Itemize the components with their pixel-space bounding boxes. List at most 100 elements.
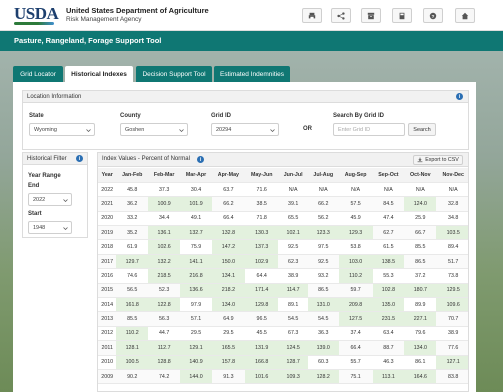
index-value-cell: 112.7 bbox=[148, 340, 181, 356]
index-value-cell: N/A bbox=[307, 182, 339, 198]
index-value-cell: 45.8 bbox=[116, 182, 149, 198]
index-value-cell: 55.7 bbox=[338, 355, 373, 370]
index-value-cell: 62.7 bbox=[372, 225, 405, 241]
tab-decision-support-tool[interactable]: Decision Support Tool bbox=[136, 66, 212, 82]
index-value-cell: 66.4 bbox=[338, 340, 373, 356]
index-value-cell: 61.9 bbox=[116, 239, 149, 255]
index-value-cell: 64.9 bbox=[211, 311, 245, 327]
state-value: Wyoming bbox=[34, 127, 57, 133]
year-cell: 2013 bbox=[98, 311, 117, 327]
home-icon bbox=[461, 12, 469, 19]
year-range-label: Year Range bbox=[28, 173, 61, 179]
index-value-cell: 74.2 bbox=[148, 369, 181, 385]
index-value-cell: 29.5 bbox=[180, 326, 212, 342]
index-value-cell: 49.1 bbox=[180, 211, 212, 227]
index-value-cell: 218.2 bbox=[211, 283, 245, 299]
index-value-cell: 129.3 bbox=[338, 225, 373, 241]
help-icon: ? bbox=[429, 12, 437, 19]
location-panel-title: Location Information bbox=[23, 91, 468, 103]
state-select[interactable]: Wyoming bbox=[29, 123, 95, 136]
index-value-cell: 55.3 bbox=[372, 268, 405, 284]
index-value-cell: 39.1 bbox=[278, 196, 308, 212]
column-header[interactable]: Nov-Dec bbox=[436, 168, 468, 183]
index-value-cell: N/A bbox=[436, 182, 468, 198]
index-value-cell: 45.9 bbox=[338, 211, 373, 227]
column-header[interactable]: Apr-May bbox=[211, 168, 245, 183]
print-button[interactable] bbox=[302, 8, 322, 23]
column-header[interactable]: Mar-Apr bbox=[180, 168, 212, 183]
end-year-value: 2022 bbox=[33, 197, 46, 203]
index-value-cell: 66.2 bbox=[211, 196, 245, 212]
index-value-cell: 32.8 bbox=[436, 196, 468, 212]
index-value-cell: 64.4 bbox=[244, 268, 279, 284]
table-row: 2017 129.7 132.2 141.1 150.0 102.9 62.3 92.5 103… bbox=[98, 254, 468, 270]
tab-historical-indexes[interactable]: Historical Indexes bbox=[65, 66, 133, 82]
export-csv-button[interactable]: Export to CSV bbox=[413, 155, 463, 165]
archive-button[interactable] bbox=[361, 8, 381, 23]
location-info-icon[interactable]: i bbox=[456, 93, 463, 100]
index-value-cell: 141.1 bbox=[180, 254, 212, 270]
table-row: 2015 56.5 52.3 136.6 218.2 171.4 114.7 86.5 59.7… bbox=[98, 283, 468, 299]
index-value-cell: 89.1 bbox=[278, 297, 308, 313]
help-button[interactable]: ? bbox=[423, 8, 443, 23]
index-value-cell: 128.7 bbox=[278, 355, 308, 370]
calculator-icon bbox=[399, 12, 405, 19]
location-panel: Location Information i State Wyoming Cou… bbox=[22, 90, 469, 150]
share-button[interactable] bbox=[331, 8, 351, 23]
index-value-cell: 88.7 bbox=[372, 340, 405, 356]
county-select[interactable]: Goshen bbox=[120, 123, 188, 136]
index-value-cell: 52.3 bbox=[148, 283, 181, 299]
index-value-cell: 74.6 bbox=[116, 268, 149, 284]
column-header[interactable]: Jan-Feb bbox=[116, 168, 149, 183]
grid-search-input[interactable]: Enter Grid ID bbox=[333, 123, 405, 136]
grid-id-select[interactable]: 20294 bbox=[211, 123, 279, 136]
tab-estimated-indemnities[interactable]: Estimated Indemnities bbox=[214, 66, 290, 82]
index-panel-title-text: Index Values - Percent of Normal bbox=[102, 156, 190, 162]
column-header[interactable]: Sep-Oct bbox=[372, 168, 405, 183]
index-value-cell: 166.8 bbox=[244, 355, 279, 370]
year-cell: 2012 bbox=[98, 326, 117, 342]
index-value-cell: 38.9 bbox=[278, 268, 308, 284]
chevron-down-icon bbox=[63, 199, 68, 203]
table-header-row: Year Jan-Feb Feb-Mar Mar-Apr Apr-May May-Jun J… bbox=[98, 168, 468, 183]
table-row: 2018 61.9 102.6 75.9 147.2 137.3 92.5 97.5 53.8 6… bbox=[98, 239, 468, 255]
home-button[interactable] bbox=[455, 8, 475, 23]
year-cell: 2011 bbox=[98, 340, 117, 356]
index-value-cell: 110.2 bbox=[338, 268, 373, 284]
index-value-cell: 71.8 bbox=[244, 211, 279, 227]
column-header[interactable]: Jun-Jul bbox=[278, 168, 308, 183]
index-value-cell: 136.1 bbox=[148, 225, 181, 241]
column-header[interactable]: Jul-Aug bbox=[307, 168, 339, 183]
index-info-icon[interactable]: i bbox=[197, 156, 204, 163]
index-value-cell: 57.1 bbox=[180, 311, 212, 327]
index-value-cell: 132.2 bbox=[148, 254, 181, 270]
column-header[interactable]: Year bbox=[98, 168, 117, 183]
search-button[interactable]: Search bbox=[408, 123, 436, 136]
column-header[interactable]: Aug-Sep bbox=[338, 168, 373, 183]
calculator-button[interactable] bbox=[392, 8, 412, 23]
tab-grid-locator[interactable]: Grid Locator bbox=[13, 66, 63, 82]
index-value-cell: 130.3 bbox=[244, 225, 279, 241]
index-value-cell: 84.5 bbox=[372, 196, 405, 212]
column-header[interactable]: Feb-Mar bbox=[148, 168, 181, 183]
index-value-cell: 144.0 bbox=[180, 369, 212, 385]
filter-info-icon[interactable]: i bbox=[76, 155, 83, 162]
year-cell: 2015 bbox=[98, 283, 117, 299]
start-year-select[interactable]: 1948 bbox=[28, 221, 72, 234]
table-row: 2022 45.8 37.3 30.4 63.7 71.6 N/A N/A N/A N/A N/A N… bbox=[98, 182, 468, 198]
column-header[interactable]: Oct-Nov bbox=[404, 168, 437, 183]
archive-icon bbox=[367, 12, 375, 19]
grid-id-label: Grid ID bbox=[211, 113, 232, 119]
index-value-cell: 165.5 bbox=[211, 340, 245, 356]
index-values-table: Year Jan-Feb Feb-Mar Mar-Apr Apr-May May-Jun J… bbox=[98, 168, 468, 385]
index-value-cell: 75.9 bbox=[180, 239, 212, 255]
index-value-cell: 59.7 bbox=[338, 283, 373, 299]
historical-filter-panel: Historical Filter i Year Range End 2022 … bbox=[22, 152, 88, 238]
index-value-cell: 60.3 bbox=[307, 355, 339, 370]
index-value-cell: 132.8 bbox=[211, 225, 245, 241]
column-header[interactable]: May-Jun bbox=[244, 168, 279, 183]
index-value-cell: 231.5 bbox=[372, 311, 405, 327]
index-value-cell: 134.0 bbox=[211, 297, 245, 313]
end-year-select[interactable]: 2022 bbox=[28, 193, 72, 206]
index-value-cell: 85.5 bbox=[116, 311, 149, 327]
